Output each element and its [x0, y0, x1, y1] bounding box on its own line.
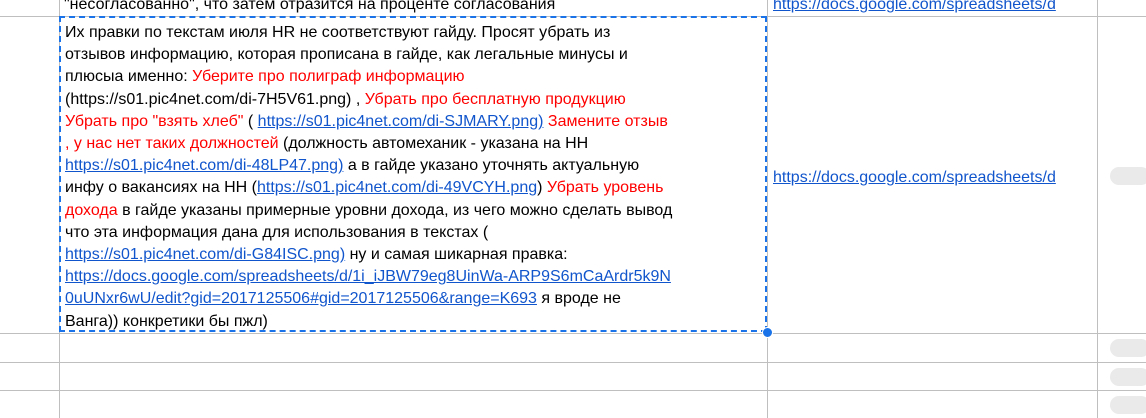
- row-divider: [0, 362, 1146, 363]
- highlight-text: Убрать про "взять хлеб": [65, 112, 244, 130]
- text-line: https://docs.google.com/spreadsheets/d/1…: [65, 266, 765, 288]
- text-segment: Ванга)) конкретики бы пжл): [65, 312, 268, 330]
- text-segment: (должность автомеханик - указана на НН: [278, 135, 589, 153]
- highlight-text: Замените отзыв: [547, 112, 668, 130]
- row-indicator[interactable]: [1110, 368, 1146, 386]
- text-segment: плюсыа именно:: [65, 68, 193, 86]
- text-segment: я вроде не: [536, 290, 621, 308]
- image-link[interactable]: https://s01.pic4net.com/di-49VCYH.png: [257, 179, 537, 196]
- image-link[interactable]: https://s01.pic4net.com/di-SJMARY.png): [258, 113, 544, 130]
- text-line: https://s01.pic4net.com/di-48LP47.png) а…: [65, 155, 765, 177]
- text-line: дохода в гайде указаны примерные уровни …: [65, 200, 765, 222]
- text-line: https://s01.pic4net.com/di-G84ISC.png) н…: [65, 244, 765, 266]
- row-indicator[interactable]: [1110, 396, 1146, 414]
- text-line: отзывов информацию, которая прописана в …: [65, 44, 765, 66]
- spreadsheet-link[interactable]: 0uUNxr6wU/edit?gid=2017125506#gid=201712…: [65, 290, 537, 307]
- text-line: плюсыа именно: Уберите про полиграф инфо…: [65, 66, 765, 88]
- text-segment: инфу о вакансиях на НН (: [65, 179, 257, 197]
- text-line: Убрать про "взять хлеб" ( https://s01.pi…: [65, 111, 765, 133]
- text-line: Ванга)) конкретики бы пжл): [65, 311, 765, 333]
- selected-cell-text[interactable]: Их правки по текстам июля HR не соответс…: [65, 22, 765, 333]
- highlight-text: Убрать про бесплатную продукцию: [364, 90, 626, 108]
- column-divider: [767, 0, 768, 418]
- text-line: Их правки по текстам июля HR не соответс…: [65, 22, 765, 44]
- text-line: 0uUNxr6wU/edit?gid=2017125506#gid=201712…: [65, 288, 765, 310]
- highlight-text: дохода: [65, 201, 118, 219]
- row-indicator[interactable]: [1110, 167, 1146, 185]
- row-divider: [0, 390, 1146, 391]
- text-line: инфу о вакансиях на НН (https://s01.pic4…: [65, 177, 765, 199]
- text-segment: что эта информация дана для использовани…: [65, 223, 489, 241]
- row-divider: [0, 333, 1146, 334]
- text-segment: ): [537, 179, 547, 197]
- text-segment: ну и самая шикарная правка:: [345, 246, 568, 264]
- cell-top-text[interactable]: "несогласованно", что затем отразится на…: [64, 0, 555, 16]
- row-indicator[interactable]: [1110, 339, 1146, 357]
- column-divider: [1097, 0, 1098, 418]
- text-line: что эта информация дана для использовани…: [65, 222, 765, 244]
- highlight-text: Уберите про полиграф информацию: [192, 68, 465, 86]
- cell-top-link[interactable]: https://docs.google.com/spreadsheets/d: [773, 0, 1093, 16]
- highlight-text: , у нас нет таких должностей: [65, 135, 279, 153]
- spreadsheet-link[interactable]: https://docs.google.com/spreadsheets/d/1…: [65, 268, 671, 285]
- image-link[interactable]: https://s01.pic4net.com/di-48LP47.png): [65, 157, 343, 174]
- text-segment: (: [243, 112, 258, 130]
- text-line: (https://s01.pic4net.com/di-7H5V61.png) …: [65, 89, 765, 111]
- image-link[interactable]: https://s01.pic4net.com/di-G84ISC.png): [65, 246, 345, 263]
- text-segment: отзывов информацию, которая прописана в …: [65, 46, 628, 64]
- text-segment: Их правки по текстам июля HR не соответс…: [65, 24, 611, 41]
- side-cell-link[interactable]: https://docs.google.com/spreadsheets/d: [773, 167, 1095, 189]
- text-segment: в гайде указаны примерные уровни дохода,…: [117, 201, 673, 219]
- text-segment: (https://s01.pic4net.com/di-7H5V61.png) …: [65, 90, 365, 108]
- highlight-text: Убрать уровень: [546, 179, 664, 197]
- text-segment: а в гайде указано уточнять актуальную: [343, 157, 640, 175]
- text-line: , у нас нет таких должностей (должность …: [65, 133, 765, 155]
